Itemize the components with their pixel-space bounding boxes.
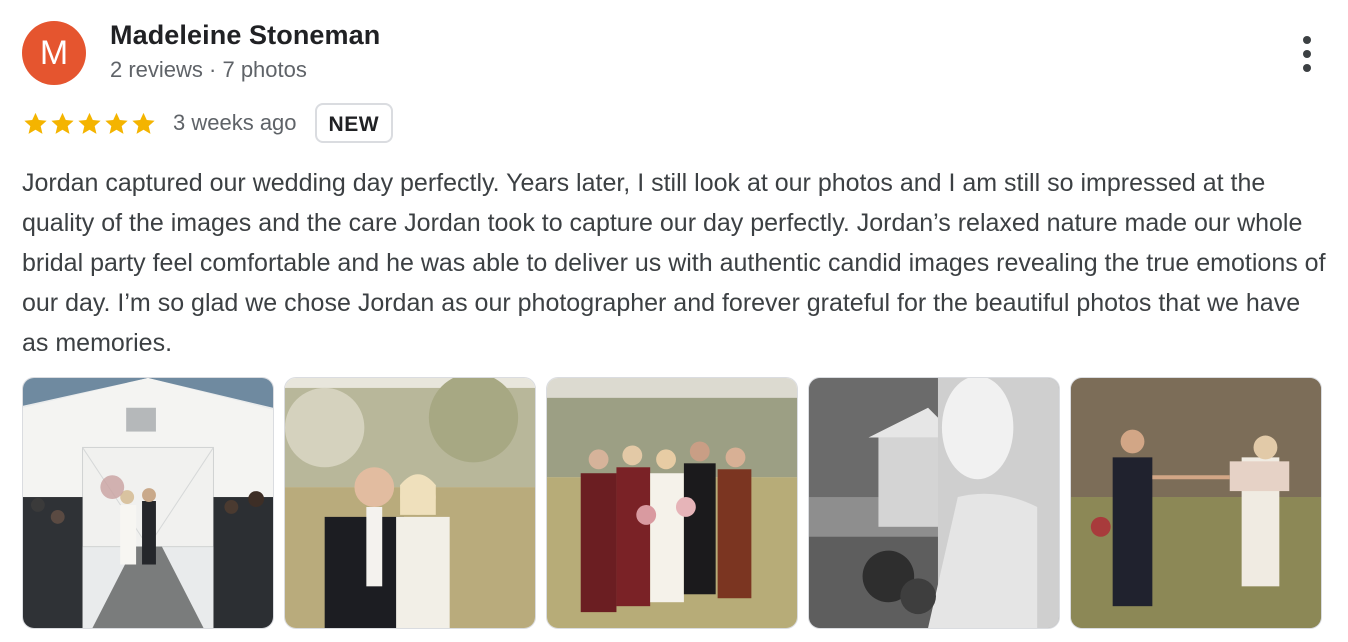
photo-bride-black-and-white[interactable] (808, 377, 1060, 629)
review-time: 3 weeks ago (173, 110, 297, 135)
star-icon (105, 112, 128, 134)
star-icon (24, 112, 47, 134)
more-vert-icon[interactable] (1292, 34, 1322, 74)
star-icon (51, 112, 74, 134)
photo-barn-ceremony-exit[interactable] (22, 377, 274, 629)
photo-couple-holding-hands[interactable] (1070, 377, 1322, 629)
star-icon (78, 112, 101, 134)
photo-couple-walking-field[interactable] (284, 377, 536, 629)
review-text: Jordan captured our wedding day perfectl… (22, 169, 1326, 357)
photo-strip (22, 377, 1322, 629)
new-badge: NEW (314, 103, 394, 143)
photo-bridal-party-group[interactable] (546, 377, 798, 629)
avatar[interactable]: M (22, 21, 86, 85)
star-rating (22, 110, 157, 137)
rating-row: 3 weeks ago NEW (22, 101, 394, 145)
star-icon (132, 112, 155, 134)
reviewer-meta: 2 reviews · 7 photos (110, 57, 307, 82)
reviewer-name[interactable]: Madeleine Stoneman (110, 20, 380, 51)
